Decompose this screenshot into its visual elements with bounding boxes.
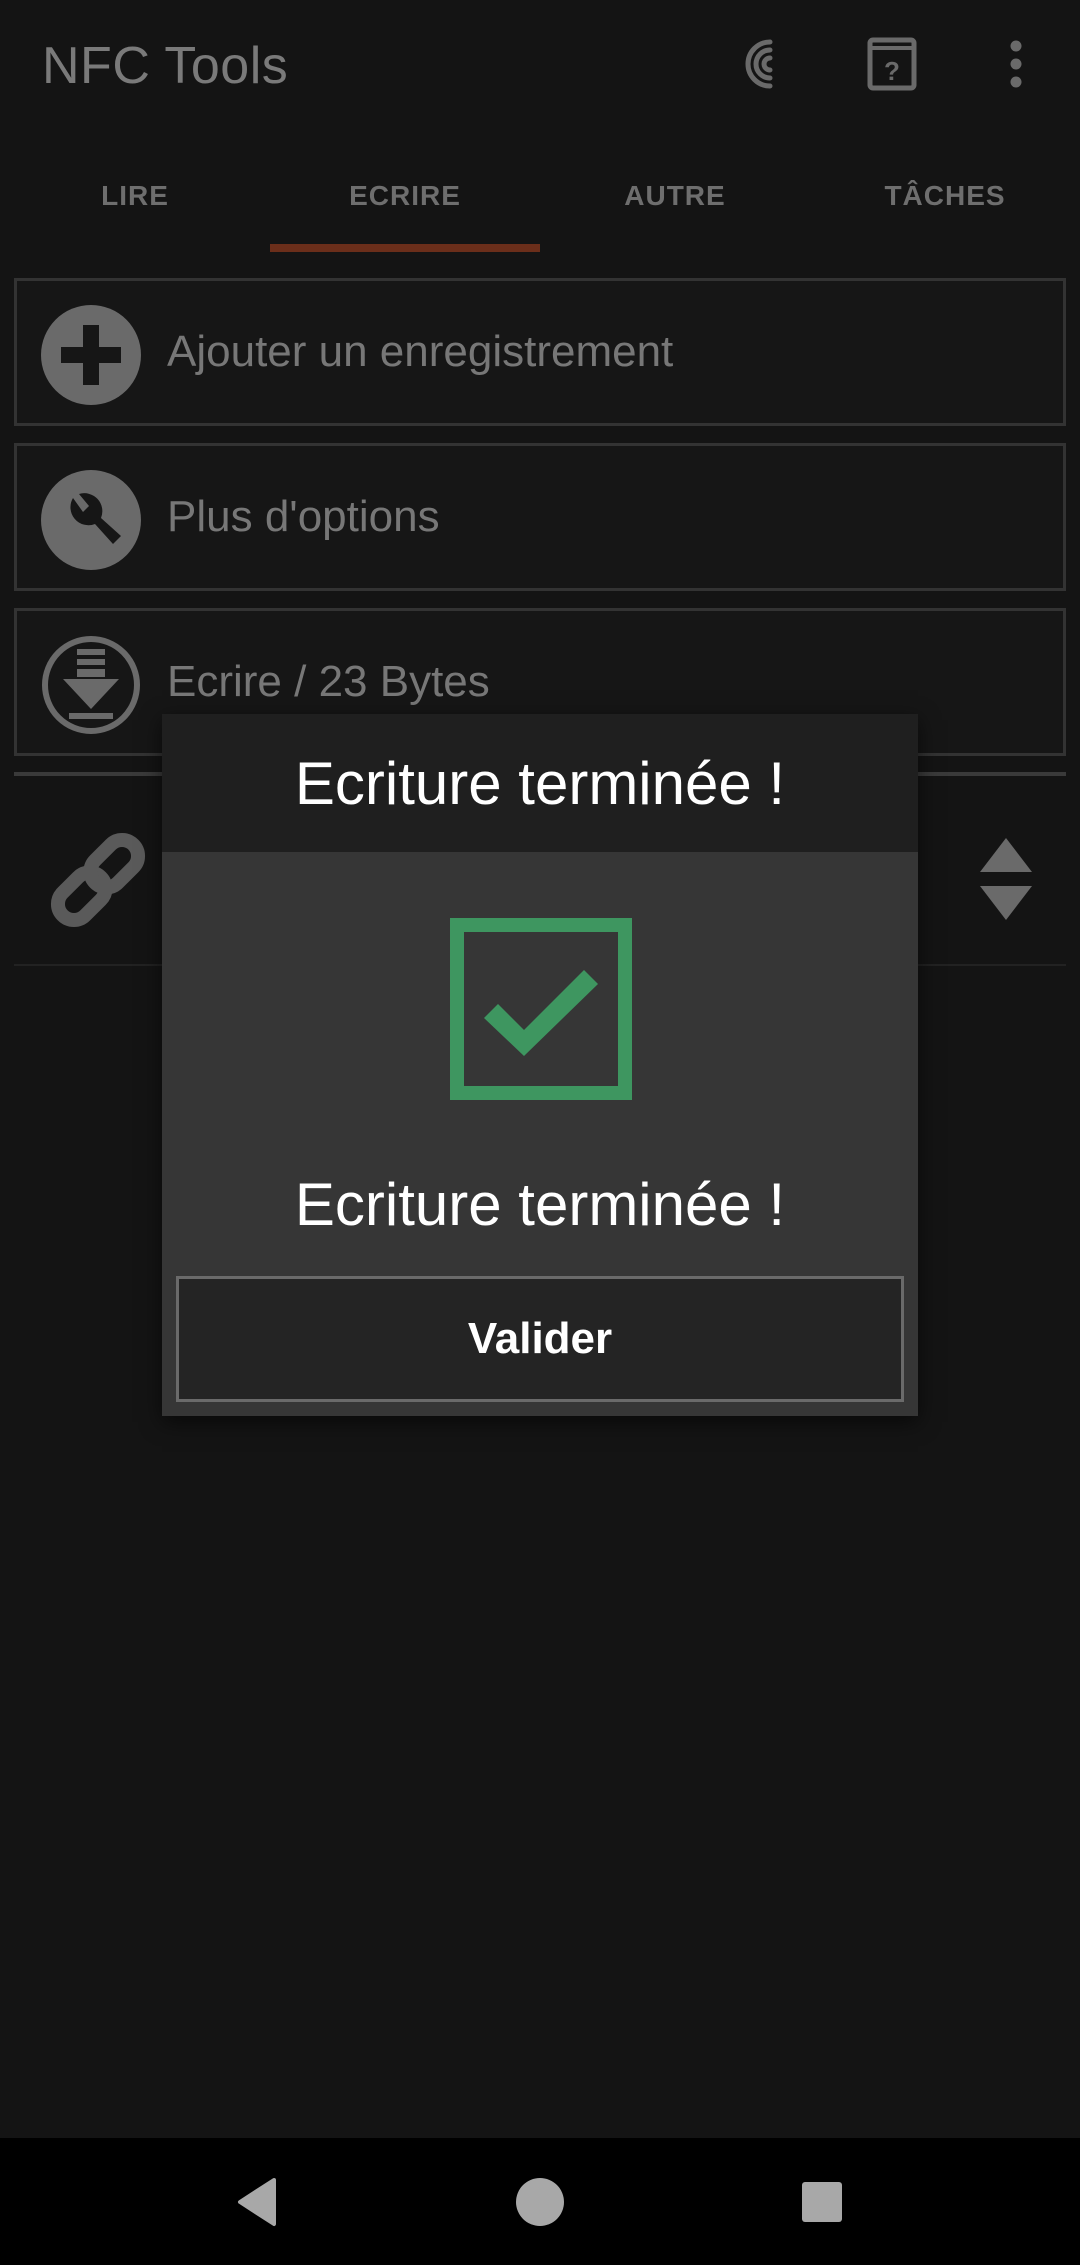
app-toolbar: NFC Tools ? xyxy=(0,0,1080,138)
back-icon[interactable] xyxy=(224,2168,292,2236)
add-record-button[interactable]: Ajouter un enregistrement xyxy=(14,278,1066,426)
app-screen: NFC Tools ? LIRE ECRIRE AUTRE TÂCHES Ajo… xyxy=(0,0,1080,2265)
add-record-label: Ajouter un enregistrement xyxy=(167,327,674,376)
help-book-icon[interactable]: ? xyxy=(862,34,922,94)
wrench-icon xyxy=(41,470,141,570)
more-options-button[interactable]: Plus d'options xyxy=(14,443,1066,591)
plus-circle-icon xyxy=(41,305,141,405)
tab-lire[interactable]: LIRE xyxy=(0,138,270,254)
link-icon xyxy=(50,832,146,928)
overflow-menu-icon[interactable] xyxy=(986,34,1046,94)
download-circle-icon xyxy=(42,636,140,734)
check-box-icon xyxy=(450,918,632,1100)
reorder-arrows-icon[interactable] xyxy=(976,834,1036,924)
dialog-title: Ecriture terminée ! xyxy=(162,714,918,852)
svg-text:?: ? xyxy=(884,56,900,86)
recents-icon[interactable] xyxy=(788,2168,856,2236)
home-icon[interactable] xyxy=(506,2168,574,2236)
more-options-label: Plus d'options xyxy=(167,492,440,541)
dialog-message: Ecriture terminée ! xyxy=(294,1170,786,1238)
tab-autre[interactable]: AUTRE xyxy=(540,138,810,254)
write-complete-dialog: Ecriture terminée ! Ecriture terminée ! … xyxy=(162,714,918,1416)
tab-selected-indicator xyxy=(270,244,540,252)
tab-ecrire[interactable]: ECRIRE xyxy=(270,138,540,254)
system-nav-bar xyxy=(0,2138,1080,2265)
app-title: NFC Tools xyxy=(42,37,289,95)
nfc-scan-icon[interactable] xyxy=(734,34,794,94)
confirm-button[interactable]: Valider xyxy=(176,1276,904,1402)
tab-taches[interactable]: TÂCHES xyxy=(810,138,1080,254)
tab-bar: LIRE ECRIRE AUTRE TÂCHES xyxy=(0,138,1080,254)
